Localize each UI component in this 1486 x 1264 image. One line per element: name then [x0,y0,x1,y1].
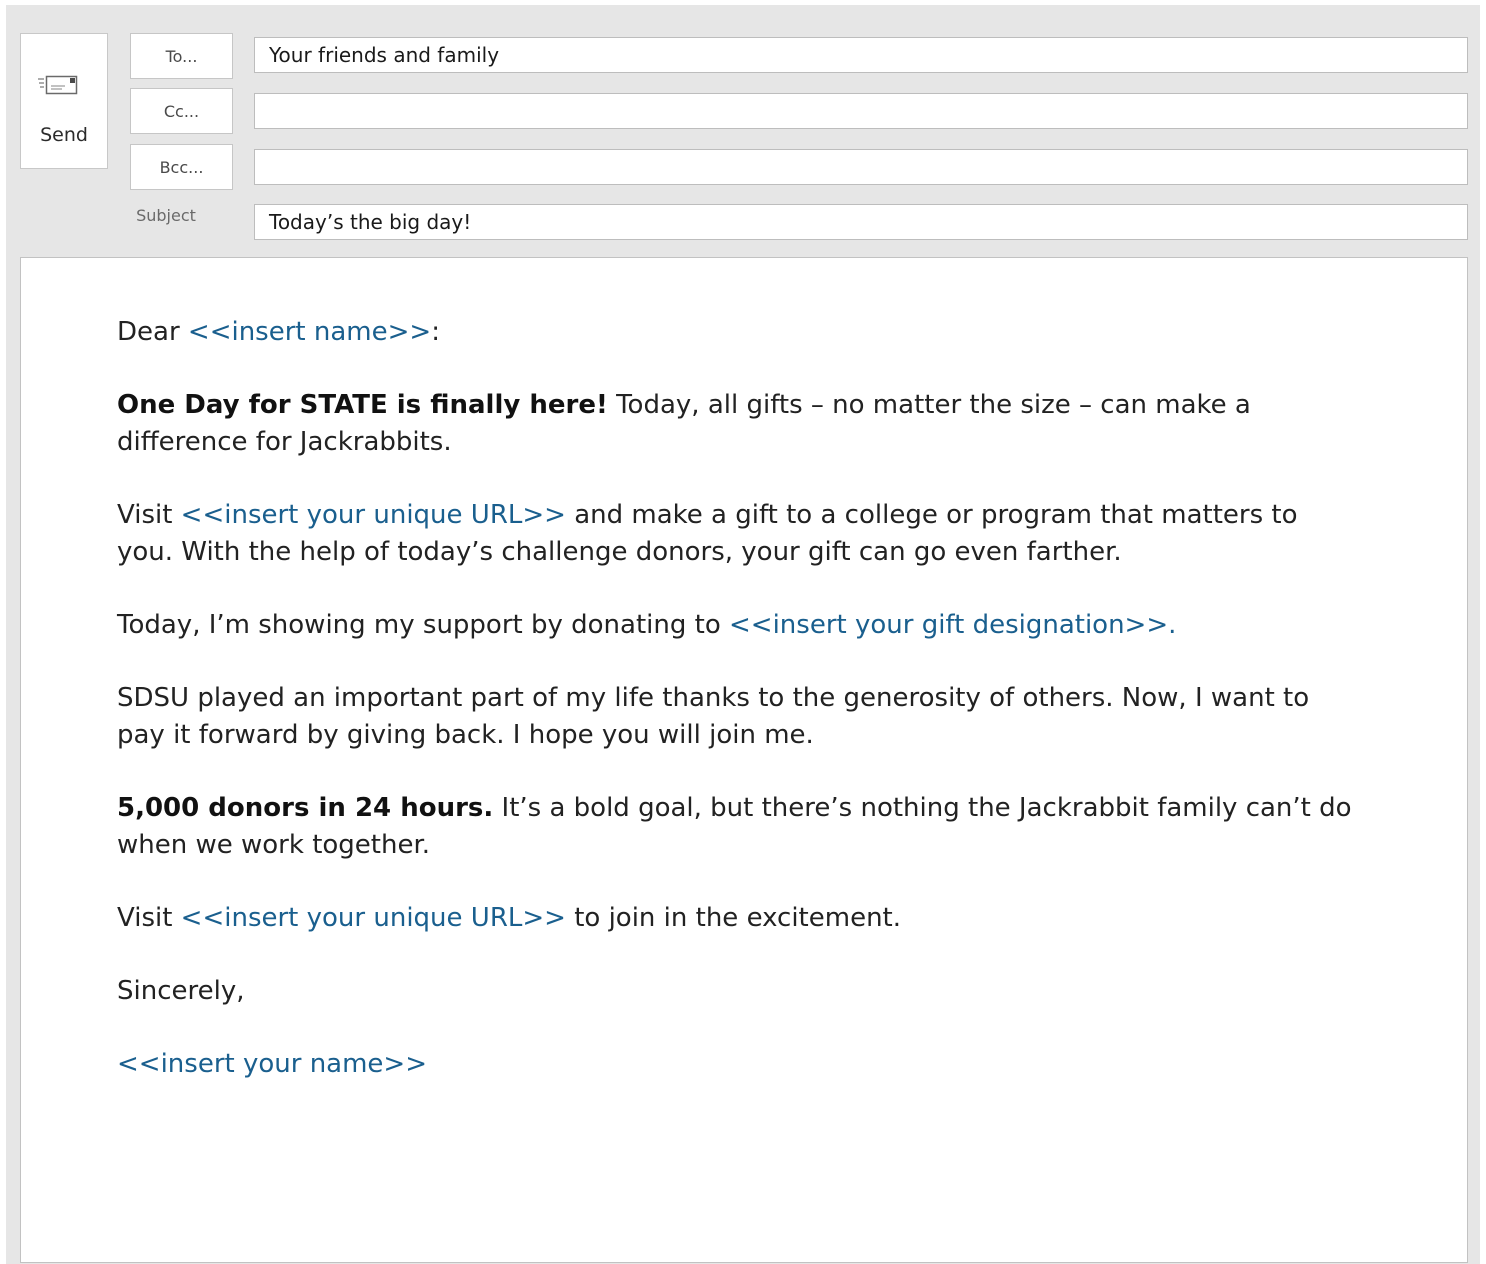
message-text: Dear <<insert name>>: One Day for STATE … [117,314,1417,1083]
intro-text-line2: difference for Jackrabbits. [117,427,452,457]
send-envelope-icon [38,75,78,95]
visit-paragraph: Visit <<insert your unique URL>> and mak… [117,497,1417,571]
signoff: Sincerely, [117,976,245,1006]
intro-text-line1: Today, all gifts – no matter the size – … [607,390,1251,420]
support-text: Today, I’m showing my support by donatin… [117,610,729,640]
gift-designation-placeholder: <<insert your gift designation>>. [729,610,1177,640]
subject-label: Subject [136,206,196,225]
visit-text: Visit [117,500,181,530]
sdsu-paragraph: SDSU played an important part of my life… [117,680,1417,754]
subject-field[interactable]: Today’s the big day! [254,204,1468,240]
intro-paragraph: One Day for STATE is finally here! Today… [117,387,1417,461]
bcc-button[interactable]: Bcc... [130,144,233,190]
goal-text-line1: It’s a bold goal, but there’s nothing th… [493,793,1352,823]
email-compose-window: Send To... Cc... Bcc... Subject Your fri… [6,5,1480,1264]
cc-button[interactable]: Cc... [130,88,233,134]
send-button[interactable]: Send [20,33,108,169]
cc-field[interactable] [254,93,1468,129]
message-body[interactable]: Dear <<insert name>>: One Day for STATE … [20,257,1468,1263]
url-placeholder-2: <<insert your unique URL>> [180,903,566,933]
name-placeholder: <<insert name>> [187,317,432,347]
join-paragraph: Visit <<insert your unique URL>> to join… [117,900,1417,937]
join-text-end: to join in the excitement. [565,903,902,933]
support-paragraph: Today, I’m showing my support by donatin… [117,607,1417,644]
goal-headline: 5,000 donors in 24 hours. [117,793,494,823]
intro-headline: One Day for STATE is finally here! [117,390,608,420]
sdsu-text-line1: SDSU played an important part of my life… [117,683,1310,713]
greeting-paragraph: Dear <<insert name>>: [117,314,1417,351]
goal-paragraph: 5,000 donors in 24 hours. It’s a bold go… [117,790,1417,864]
greeting-text: Dear [117,317,188,347]
your-name-placeholder: <<insert your name>> [117,1049,427,1079]
url-placeholder: <<insert your unique URL>> [180,500,566,530]
bcc-field[interactable] [254,149,1468,185]
goal-text-line2: when we work together. [117,830,431,860]
sdsu-text-line2: pay it forward by giving back. I hope yo… [117,720,814,750]
to-button[interactable]: To... [130,33,233,79]
greeting-colon: : [431,317,440,347]
visit-text-line2: you. With the help of today’s challenge … [117,537,1122,567]
to-field[interactable]: Your friends and family [254,37,1468,73]
visit-text-line1: and make a gift to a college or program … [565,500,1298,530]
send-label: Send [40,124,88,146]
join-text: Visit [117,903,181,933]
